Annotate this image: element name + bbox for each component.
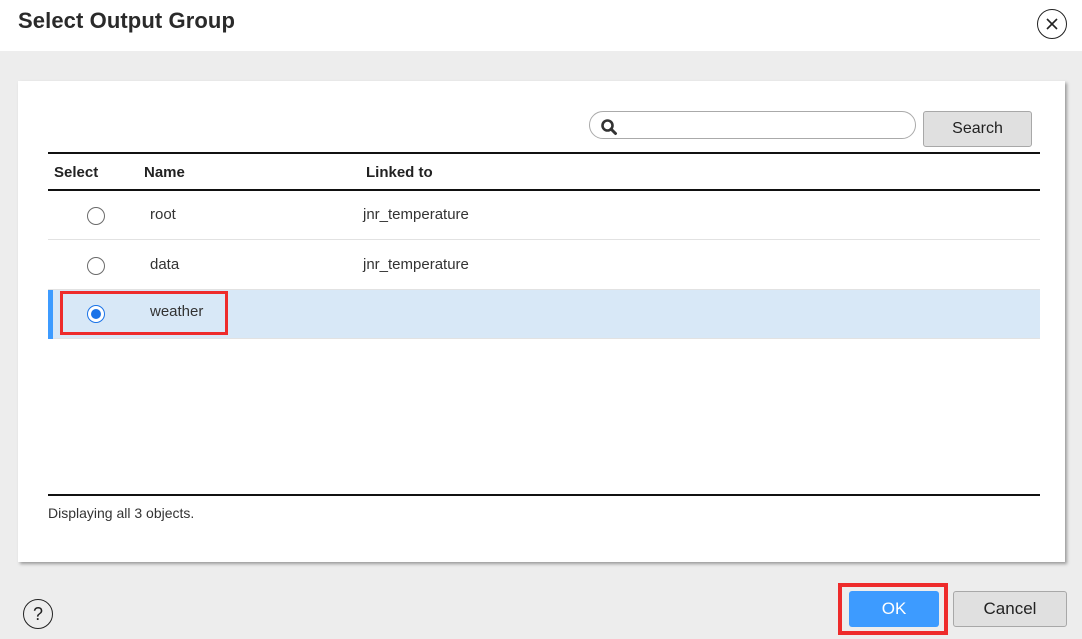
table-row-selected[interactable]: weather: [48, 290, 1040, 339]
table-row[interactable]: root jnr_temperature: [48, 191, 1040, 240]
table-row[interactable]: data jnr_temperature: [48, 241, 1040, 290]
dialog-header: Select Output Group: [0, 0, 1082, 51]
row-select-radio[interactable]: [87, 207, 105, 225]
close-icon: [1046, 18, 1058, 30]
column-header-linked-to: Linked to: [366, 164, 433, 181]
table-top-divider: [48, 152, 1040, 154]
help-icon: ?: [32, 603, 43, 624]
search-input[interactable]: [620, 114, 905, 136]
dialog-title: Select Output Group: [18, 8, 236, 33]
column-header-select: Select: [54, 164, 99, 181]
search-icon: [601, 119, 617, 135]
search-button[interactable]: Search: [923, 111, 1032, 147]
close-button[interactable]: [1037, 9, 1067, 39]
annotation-highlight-box: [60, 291, 228, 335]
row-name: data: [150, 256, 180, 273]
row-linked-to: jnr_temperature: [363, 256, 469, 273]
ok-button[interactable]: OK: [849, 591, 939, 627]
search-field[interactable]: [589, 111, 916, 139]
selection-indicator: [48, 290, 53, 339]
object-count-text: Displaying all 3 objects.: [48, 505, 195, 521]
row-linked-to: jnr_temperature: [363, 206, 469, 223]
cancel-button[interactable]: Cancel: [953, 591, 1067, 627]
table-footer-divider: [48, 494, 1040, 496]
row-select-radio[interactable]: [87, 257, 105, 275]
row-name: root: [150, 206, 176, 223]
content-panel: Search Select Name Linked to root jnr_te…: [18, 81, 1065, 562]
help-button[interactable]: ?: [23, 599, 53, 629]
column-header-name: Name: [144, 164, 185, 181]
